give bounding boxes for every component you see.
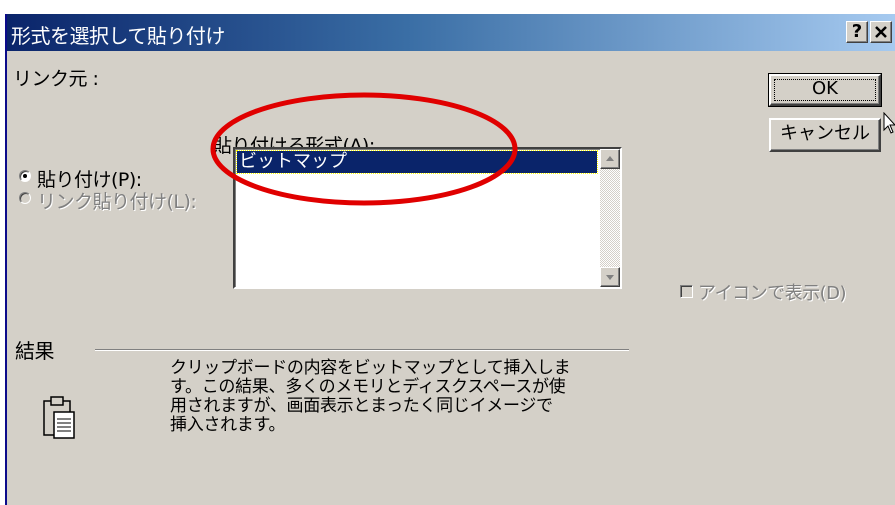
- mouse-cursor-icon: [883, 112, 895, 134]
- close-icon: [875, 26, 887, 38]
- result-divider: [95, 349, 629, 351]
- display-as-icon-checkbox: [680, 285, 693, 298]
- ok-button[interactable]: OK: [768, 73, 882, 107]
- focus-rect: [774, 79, 876, 101]
- listbox-scrollbar[interactable]: [600, 149, 620, 287]
- paste-special-dialog: 形式を選択して貼り付け ? リンク元 : 貼り付ける形式(A): 貼り付け(P)…: [5, 14, 895, 505]
- scroll-down-button[interactable]: [600, 267, 620, 287]
- radio-selected-dot: [23, 174, 27, 178]
- paste-radio[interactable]: [19, 170, 31, 182]
- arrow-down-icon: [606, 275, 614, 280]
- result-heading: 結果: [15, 339, 55, 363]
- source-label: リンク元 :: [13, 68, 99, 90]
- help-button[interactable]: ?: [846, 21, 868, 43]
- arrow-up-icon: [606, 156, 614, 161]
- paste-link-radio-label: リンク貼り付け(L):: [37, 191, 197, 213]
- cancel-button-label: キャンセル: [780, 123, 870, 144]
- close-button[interactable]: [870, 21, 892, 43]
- cancel-button[interactable]: キャンセル: [769, 118, 881, 152]
- scroll-up-button[interactable]: [600, 149, 620, 169]
- paste-link-radio: [19, 192, 31, 204]
- title-bar[interactable]: 形式を選択して貼り付け ?: [7, 14, 895, 51]
- result-description: クリップボードの内容をビットマップとして挿入しま す。この結果、多くのメモリとデ…: [170, 358, 571, 435]
- annotation-ellipse: [210, 92, 518, 206]
- display-as-icon-label: アイコンで表示(D): [698, 283, 847, 304]
- dialog-title: 形式を選択して貼り付け: [11, 24, 225, 48]
- clipboard-icon: [43, 396, 75, 439]
